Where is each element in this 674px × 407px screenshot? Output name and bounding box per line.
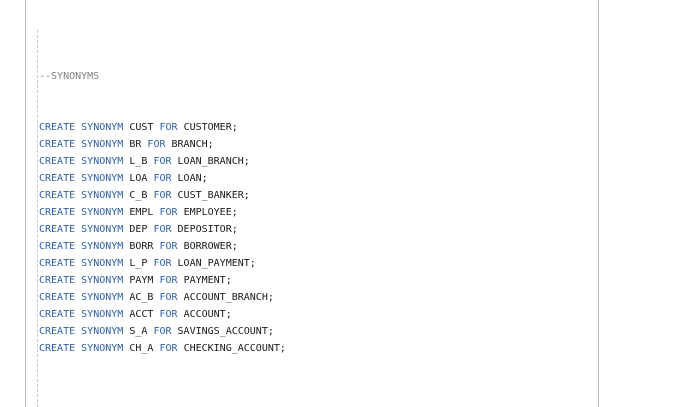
synonym-target: CUSTOMER; — [183, 122, 238, 133]
keyword-create: CREATE — [39, 207, 76, 218]
statement-list: CREATE SYNONYM CUST FOR CUSTOMER; CREATE … — [39, 119, 286, 357]
keyword-for: FOR — [147, 139, 166, 150]
synonym-target: EMPLOYEE; — [183, 207, 238, 218]
keyword-create: CREATE — [39, 122, 76, 133]
keyword-for: FOR — [159, 292, 178, 303]
keyword-create: CREATE — [39, 156, 76, 167]
keyword-for: FOR — [153, 224, 172, 235]
code-line: CREATE SYNONYM DEP FOR DEPOSITOR; — [39, 221, 286, 238]
code-area[interactable]: --SYNONYMS CREATE SYNONYM CUST FOR CUSTO… — [39, 34, 286, 391]
keyword-for: FOR — [153, 258, 172, 269]
keyword-create: CREATE — [39, 139, 76, 150]
synonym-alias: DEP — [129, 224, 148, 235]
keyword-create: CREATE — [39, 292, 76, 303]
synonym-alias: L_B — [129, 156, 148, 167]
synonym-alias: BORR — [129, 241, 154, 252]
keyword-for: FOR — [153, 173, 172, 184]
keyword-for: FOR — [153, 190, 172, 201]
keyword-synonym: SYNONYM — [81, 275, 124, 286]
keyword-create: CREATE — [39, 343, 76, 354]
keyword-for: FOR — [153, 156, 172, 167]
fold-guide — [37, 30, 38, 407]
synonym-target: LOAN; — [177, 173, 208, 184]
synonym-target: LOAN_BRANCH; — [177, 156, 250, 167]
code-line: CREATE SYNONYM EMPL FOR EMPLOYEE; — [39, 204, 286, 221]
code-line: CREATE SYNONYM BR FOR BRANCH; — [39, 136, 286, 153]
keyword-create: CREATE — [39, 224, 76, 235]
keyword-synonym: SYNONYM — [81, 258, 124, 269]
synonym-target: ACCOUNT; — [183, 309, 232, 320]
synonym-alias: PAYM — [129, 275, 154, 286]
synonym-target: CHECKING_ACCOUNT; — [183, 343, 286, 354]
keyword-for: FOR — [159, 122, 178, 133]
keyword-synonym: SYNONYM — [81, 326, 124, 337]
keyword-for: FOR — [159, 309, 178, 320]
synonym-target: PAYMENT; — [183, 275, 232, 286]
code-line: CREATE SYNONYM L_B FOR LOAN_BRANCH; — [39, 153, 286, 170]
keyword-synonym: SYNONYM — [81, 173, 124, 184]
keyword-create: CREATE — [39, 190, 76, 201]
keyword-for: FOR — [159, 241, 178, 252]
code-line: CREATE SYNONYM CH_A FOR CHECKING_ACCOUNT… — [39, 340, 286, 357]
synonym-target: CUST_BANKER; — [177, 190, 250, 201]
synonym-target: SAVINGS_ACCOUNT; — [177, 326, 274, 337]
code-line: CREATE SYNONYM BORR FOR BORROWER; — [39, 238, 286, 255]
synonym-alias: C_B — [129, 190, 148, 201]
keyword-synonym: SYNONYM — [81, 122, 124, 133]
keyword-create: CREATE — [39, 275, 76, 286]
keyword-synonym: SYNONYM — [81, 309, 124, 320]
code-line: CREATE SYNONYM PAYM FOR PAYMENT; — [39, 272, 286, 289]
right-margin-line — [598, 0, 599, 407]
keyword-synonym: SYNONYM — [81, 224, 124, 235]
synonym-target: BORROWER; — [183, 241, 238, 252]
keyword-synonym: SYNONYM — [81, 292, 124, 303]
keyword-synonym: SYNONYM — [81, 207, 124, 218]
keyword-create: CREATE — [39, 173, 76, 184]
comment-text: --SYNONYMS — [39, 71, 100, 82]
keyword-for: FOR — [153, 326, 172, 337]
keyword-synonym: SYNONYM — [81, 139, 124, 150]
keyword-for: FOR — [159, 207, 178, 218]
code-line: CREATE SYNONYM L_P FOR LOAN_PAYMENT; — [39, 255, 286, 272]
keyword-synonym: SYNONYM — [81, 241, 124, 252]
synonym-alias: EMPL — [129, 207, 154, 218]
code-line: CREATE SYNONYM CUST FOR CUSTOMER; — [39, 119, 286, 136]
synonym-alias: CUST — [129, 122, 154, 133]
synonym-target: LOAN_PAYMENT; — [177, 258, 256, 269]
keyword-synonym: SYNONYM — [81, 343, 124, 354]
code-line: CREATE SYNONYM LOA FOR LOAN; — [39, 170, 286, 187]
keyword-create: CREATE — [39, 309, 76, 320]
code-line: CREATE SYNONYM ACCT FOR ACCOUNT; — [39, 306, 286, 323]
keyword-for: FOR — [159, 343, 178, 354]
synonym-alias: BR — [129, 139, 142, 150]
comment-line: --SYNONYMS — [39, 68, 286, 85]
synonym-alias: S_A — [129, 326, 148, 337]
synonym-alias: LOA — [129, 173, 148, 184]
code-line: CREATE SYNONYM C_B FOR CUST_BANKER; — [39, 187, 286, 204]
gutter-divider — [25, 0, 26, 407]
keyword-create: CREATE — [39, 241, 76, 252]
synonym-alias: ACCT — [129, 309, 154, 320]
keyword-for: FOR — [159, 275, 178, 286]
code-line: CREATE SYNONYM AC_B FOR ACCOUNT_BRANCH; — [39, 289, 286, 306]
synonym-alias: L_P — [129, 258, 148, 269]
keyword-synonym: SYNONYM — [81, 190, 124, 201]
sql-editor[interactable]: --SYNONYMS CREATE SYNONYM CUST FOR CUSTO… — [0, 0, 674, 407]
keyword-create: CREATE — [39, 326, 76, 337]
code-line: CREATE SYNONYM S_A FOR SAVINGS_ACCOUNT; — [39, 323, 286, 340]
synonym-target: ACCOUNT_BRANCH; — [183, 292, 274, 303]
synonym-alias: CH_A — [129, 343, 154, 354]
keyword-synonym: SYNONYM — [81, 156, 124, 167]
synonym-target: BRANCH; — [171, 139, 214, 150]
keyword-create: CREATE — [39, 258, 76, 269]
synonym-alias: AC_B — [129, 292, 154, 303]
synonym-target: DEPOSITOR; — [177, 224, 238, 235]
